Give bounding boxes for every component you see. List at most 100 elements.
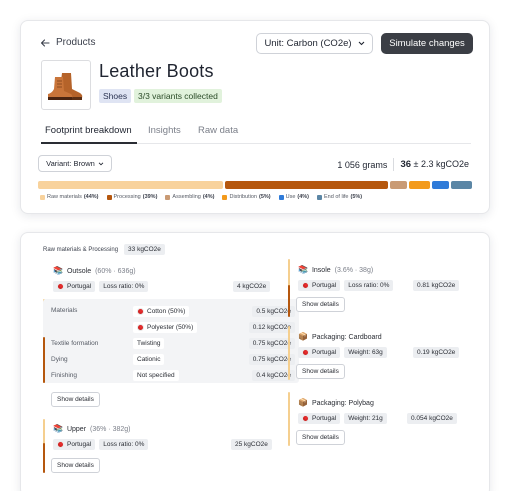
back-link-label: Products [56, 37, 96, 48]
total-co2-value: 36 [400, 159, 412, 170]
back-link[interactable]: Products [40, 37, 95, 48]
legend-label: Raw materials [47, 194, 82, 200]
legend-percent: (39%) [142, 194, 158, 200]
tab-insights[interactable]: Insights [148, 125, 181, 136]
process-label: Finishing [51, 372, 78, 379]
tab-raw-data[interactable]: Raw data [198, 125, 238, 136]
breakdown-segment [432, 181, 449, 189]
detail-header-value: 33 kgCO2e [124, 244, 165, 255]
package-icon: 📦 [298, 398, 308, 407]
outsole-show-details-button[interactable]: Show details [51, 392, 100, 407]
polybag-show-details-button[interactable]: Show details [296, 430, 345, 445]
material-pill: Polyester (50%) [133, 322, 198, 333]
detail-header: Raw materials & Processing 33 kgCO2e [43, 244, 165, 255]
legend-item: Assembling (4%) [165, 194, 214, 200]
polybag-props: Portugal Weight: 21g [298, 413, 387, 424]
material-name: Cotton (50%) [147, 308, 186, 315]
material-pill: Cotton (50%) [133, 306, 190, 317]
polybag-co2: 0.054 kgCO2e [407, 413, 457, 424]
breakdown-detail-card: Raw materials & Processing 33 kgCO2e 📚 O… [20, 232, 490, 491]
footprint-breakdown-bar [38, 181, 472, 189]
total-weight-unit: grams [362, 159, 388, 170]
process-label: Dying [51, 356, 68, 363]
upper-show-details-button[interactable]: Show details [51, 458, 100, 473]
outsole-title: 📚 Outsole (60% · 636g) [53, 267, 136, 275]
breakdown-segment [38, 181, 223, 189]
total-co2: 36 ± 2.3 kgCO2e [400, 159, 469, 170]
portugal-flag-icon [57, 283, 64, 290]
active-tab-indicator [41, 142, 137, 144]
materials-label: Materials [51, 307, 78, 314]
product-title: Leather Boots [99, 61, 214, 81]
country-pill: Portugal [298, 280, 341, 291]
variant-select[interactable]: Variant: Brown [38, 155, 112, 172]
unit-select[interactable]: Unit: Carbon (CO2e) [256, 33, 373, 54]
portugal-flag-icon [137, 324, 144, 331]
insole-name: Insole [311, 266, 331, 274]
upper-title: 📚 Upper (36% · 382g) [53, 425, 131, 433]
package-icon: 📦 [298, 332, 308, 341]
country-pill: Portugal [298, 413, 341, 424]
process-label: Textile formation [51, 340, 99, 347]
tab-footprint-breakdown[interactable]: Footprint breakdown [45, 125, 132, 136]
legend-label: Distribution [229, 194, 257, 200]
legend-percent: (4%) [297, 194, 310, 200]
outsole-co2: 4 kgCO2e [233, 281, 271, 292]
insole-show-details-button[interactable]: Show details [296, 297, 345, 312]
boots-image [48, 73, 83, 100]
category-badge: Shoes [99, 89, 132, 103]
portugal-flag-icon [302, 415, 309, 422]
component-icon: 📚 [298, 265, 308, 274]
cardboard-name: Packaging: Cardboard [311, 333, 382, 341]
processing-marker [288, 285, 290, 317]
raw-materials-marker [288, 326, 290, 380]
upper-name: Upper [66, 425, 87, 433]
product-image [41, 60, 91, 110]
footprint-totals: 1 056 grams 36 ± 2.3 kgCO2e [337, 158, 469, 171]
legend-swatch [278, 194, 284, 200]
loss-ratio-pill: Loss ratio: 0% [99, 439, 149, 450]
insole-title: 📚 Insole (3.6% · 38g) [298, 266, 373, 274]
breakdown-segment [409, 181, 431, 189]
total-co2-error: ± 2.3 kgCO2e [413, 159, 469, 169]
legend-item: Processing (39%) [106, 194, 158, 200]
loss-ratio-pill: Loss ratio: 0% [344, 280, 394, 291]
chevron-down-icon [358, 41, 364, 46]
breakdown-segment [450, 181, 472, 189]
portugal-flag-icon [302, 349, 309, 356]
country-name: Portugal [312, 282, 337, 289]
simulate-changes-button[interactable]: Simulate changes [381, 33, 473, 54]
footprint-legend: Raw materials (44%) Processing (39%) Assembl… [40, 194, 362, 200]
process-pill: Not specified [133, 370, 179, 381]
legend-swatch [165, 194, 171, 200]
legend-label: Assembling [172, 194, 201, 200]
weight-pill: Weight: 63g [344, 347, 387, 358]
upper-co2: 25 kgCO2e [231, 439, 272, 450]
legend-swatch [40, 194, 45, 200]
legend-percent: (5%) [350, 194, 363, 200]
legend-percent: (5%) [258, 194, 271, 200]
chevron-down-icon [98, 161, 104, 165]
process-pill: Cationic [133, 354, 165, 365]
variant-select-label: Variant: Brown [46, 159, 95, 168]
legend-item: Distribution (5%) [222, 194, 271, 200]
legend-swatch [317, 194, 323, 200]
breakdown-segment [390, 181, 408, 189]
outsole-props: Portugal Loss ratio: 0% [53, 281, 149, 292]
cardboard-props: Portugal Weight: 63g [298, 347, 387, 358]
total-weight-value: 1 056 [337, 159, 360, 170]
country-pill: Portugal [298, 347, 341, 358]
legend-swatch [106, 194, 112, 200]
legend-swatch [222, 194, 228, 200]
country-pill: Portugal [53, 439, 96, 450]
total-weight: 1 056 grams [337, 160, 387, 170]
country-name: Portugal [312, 415, 337, 422]
insole-meta: (3.6% · 38g) [334, 266, 374, 274]
weight-pill: Weight: 21g [344, 413, 387, 424]
portugal-flag-icon [57, 441, 64, 448]
cardboard-show-details-button[interactable]: Show details [296, 364, 345, 379]
simulate-changes-label: Simulate changes [389, 38, 465, 49]
country-name: Portugal [67, 283, 92, 290]
outsole-materials-panel: Materials Cotton (50%) 0.5 kgCO2e Polyes… [43, 299, 299, 383]
component-icon: 📚 [53, 266, 63, 275]
